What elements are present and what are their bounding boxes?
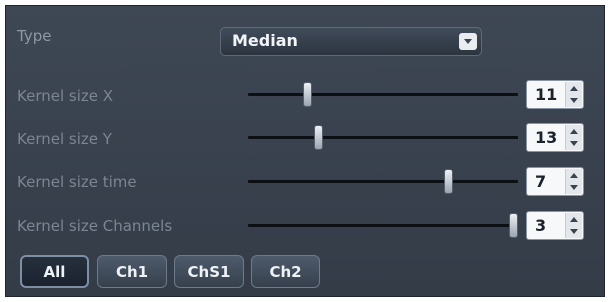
spin-down-icon[interactable] xyxy=(570,141,578,146)
kernel-size-time-label: Kernel size time xyxy=(17,173,137,191)
kernel-size-y-thumb[interactable] xyxy=(314,125,324,150)
spin-up-icon[interactable] xyxy=(570,217,578,222)
kernel-size-y-slider[interactable] xyxy=(248,125,518,150)
kernel-size-time-value[interactable]: 7 xyxy=(535,172,546,191)
spin-down-icon[interactable] xyxy=(570,98,578,103)
type-dropdown-value: Median xyxy=(232,31,298,50)
kernel-size-y-value[interactable]: 13 xyxy=(535,128,557,147)
spin-buttons[interactable] xyxy=(565,125,582,150)
kernel-size-x-thumb[interactable] xyxy=(303,82,313,107)
spin-up-icon[interactable] xyxy=(570,86,578,91)
spin-buttons[interactable] xyxy=(565,169,582,194)
kernel-size-channels-slider[interactable] xyxy=(248,213,518,238)
spin-up-icon[interactable] xyxy=(570,173,578,178)
type-label: Type xyxy=(17,27,52,45)
channel-button-ch1[interactable]: Ch1 xyxy=(97,255,167,288)
spin-buttons[interactable] xyxy=(565,213,582,238)
channel-button-all[interactable]: All xyxy=(20,255,89,288)
kernel-size-x-spinbox[interactable]: 11 xyxy=(526,80,584,109)
kernel-size-x-value[interactable]: 11 xyxy=(535,85,557,104)
type-dropdown[interactable]: Median xyxy=(220,27,482,56)
kernel-size-channels-value[interactable]: 3 xyxy=(535,216,546,235)
channel-button-ch2[interactable]: Ch2 xyxy=(251,255,320,288)
kernel-size-time-slider[interactable] xyxy=(248,169,518,194)
kernel-size-channels-spinbox[interactable]: 3 xyxy=(526,211,584,240)
kernel-size-y-label: Kernel size Y xyxy=(17,130,112,148)
chevron-down-icon[interactable] xyxy=(459,33,477,50)
spin-down-icon[interactable] xyxy=(570,185,578,190)
kernel-size-time-thumb[interactable] xyxy=(443,169,453,194)
channel-button-chs1[interactable]: ChS1 xyxy=(174,255,244,288)
kernel-size-x-label: Kernel size X xyxy=(17,87,114,105)
kernel-size-y-spinbox[interactable]: 13 xyxy=(526,123,584,152)
kernel-size-x-slider[interactable] xyxy=(248,82,518,107)
kernel-size-channels-thumb[interactable] xyxy=(508,213,518,238)
spin-down-icon[interactable] xyxy=(570,229,578,234)
kernel-size-channels-label: Kernel size Channels xyxy=(17,217,173,235)
spin-buttons[interactable] xyxy=(565,82,582,107)
kernel-size-time-spinbox[interactable]: 7 xyxy=(526,167,584,196)
spin-up-icon[interactable] xyxy=(570,129,578,134)
